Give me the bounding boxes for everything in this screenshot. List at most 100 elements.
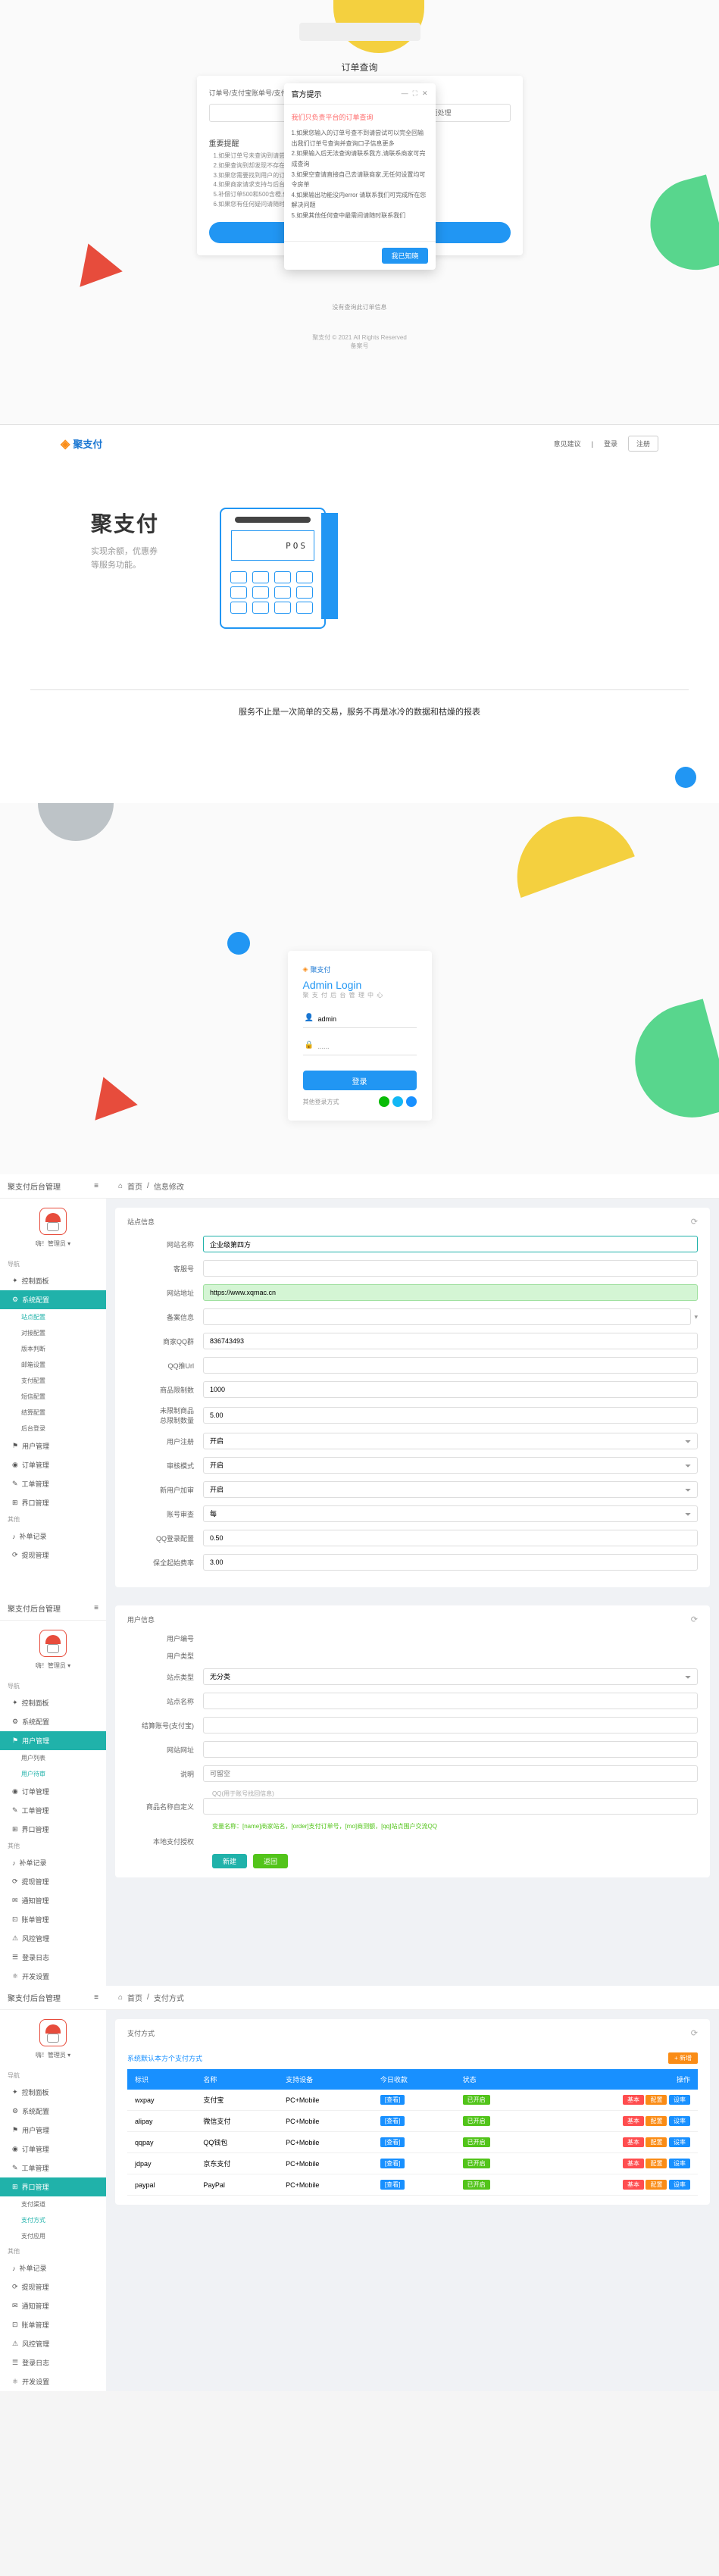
bg-shape-green xyxy=(622,999,719,1130)
action-config[interactable]: 配置 xyxy=(646,2116,667,2126)
bg-shape-green xyxy=(640,174,719,280)
refresh-icon[interactable]: ⟳ xyxy=(691,2028,698,2038)
action-config[interactable]: 配置 xyxy=(646,2095,667,2105)
back-button[interactable]: 返回 xyxy=(253,1854,288,1868)
bg-shape-triangle xyxy=(87,1076,133,1114)
view-link[interactable]: [查看] xyxy=(380,2116,405,2126)
header-link-feedback[interactable]: 意见建议 xyxy=(554,439,581,449)
menu-toggle-icon[interactable]: ≡ xyxy=(94,1993,98,2002)
logo-icon: ◈ xyxy=(61,436,70,452)
close-icon[interactable]: ✕ xyxy=(422,89,428,98)
sidebar: 聚支付后台管理≡ 嗨！管理员 ▾ 导航 ✦控制面板 ⚙系统配置 ⚑用户管理 用户… xyxy=(0,1596,106,1986)
qqgroup-input[interactable] xyxy=(203,1333,698,1349)
alipay-icon[interactable] xyxy=(406,1096,417,1107)
desc-input[interactable] xyxy=(203,1717,698,1733)
action-config[interactable]: 配置 xyxy=(646,2137,667,2147)
action-basic[interactable]: 基本 xyxy=(623,2159,644,2168)
avatar xyxy=(39,1208,67,1235)
intro-input[interactable] xyxy=(203,1798,698,1815)
header-link-login[interactable]: 登录 xyxy=(604,439,617,449)
menu-order[interactable]: ◉订单管理 xyxy=(0,1455,106,1474)
fab-button[interactable] xyxy=(675,767,696,788)
menu-ui[interactable]: ⊞界口管理 xyxy=(0,2177,106,2196)
note-input[interactable] xyxy=(203,1765,698,1782)
site-name-input[interactable] xyxy=(203,1236,698,1252)
view-link[interactable]: [查看] xyxy=(380,2159,405,2168)
qqkey-input[interactable] xyxy=(203,1357,698,1374)
table-row: alipay 微信支付 PC+Mobile [查看] 已开启 基本 配置 设率 xyxy=(127,2111,698,2132)
home-icon[interactable]: ⌂ xyxy=(118,1993,123,2002)
acc-review-select[interactable]: 每 xyxy=(203,1505,698,1522)
status-badge: 已开启 xyxy=(463,2095,490,2105)
panel-title: 站点信息 xyxy=(127,1217,155,1227)
product-limit-input[interactable] xyxy=(203,1381,698,1398)
product-review-select[interactable]: 开启 xyxy=(203,1481,698,1498)
url-input[interactable] xyxy=(203,1741,698,1758)
menu-user[interactable]: ⚑用户管理 xyxy=(0,1731,106,1750)
approval-select[interactable]: 开启 xyxy=(203,1457,698,1474)
site-type-select[interactable]: 无分类 xyxy=(203,1668,698,1685)
action-basic[interactable]: 基本 xyxy=(623,2116,644,2126)
login-subtitle: 聚 支 付 后 台 管 理 中 心 xyxy=(303,991,417,999)
tagline: 服务不止是一次简单的交易，服务不再是冰冷的数据和枯燥的报表 xyxy=(0,690,719,733)
refresh-icon[interactable]: ⟳ xyxy=(691,1615,698,1624)
user-reg-select[interactable]: 开启 xyxy=(203,1433,698,1449)
menu-system[interactable]: ⚙系统配置 xyxy=(0,1290,106,1309)
avatar-name[interactable]: 嗨！管理员 ▾ xyxy=(0,1240,106,1248)
username-input[interactable] xyxy=(303,1010,417,1028)
user-icon: 👤 xyxy=(305,1014,314,1022)
action-rate[interactable]: 设率 xyxy=(669,2180,690,2190)
wechat-icon[interactable] xyxy=(379,1096,389,1107)
action-basic[interactable]: 基本 xyxy=(623,2095,644,2105)
action-rate[interactable]: 设率 xyxy=(669,2159,690,2168)
bottom-note: 没有查询此订单信息 xyxy=(333,303,387,311)
login-button[interactable]: 登录 xyxy=(303,1071,417,1090)
qqlogin-input[interactable] xyxy=(203,1530,698,1546)
action-basic[interactable]: 基本 xyxy=(623,2180,644,2190)
menu-user[interactable]: ⚑用户管理 xyxy=(0,1436,106,1455)
site-name-input[interactable] xyxy=(203,1693,698,1709)
daily-fee-input[interactable] xyxy=(203,1554,698,1571)
register-button[interactable]: 注册 xyxy=(628,436,658,452)
lock-icon: 🔒 xyxy=(305,1041,314,1049)
home-icon[interactable]: ⌂ xyxy=(118,1182,123,1190)
site-url-input[interactable] xyxy=(203,1284,698,1301)
view-link[interactable]: [查看] xyxy=(380,2180,405,2190)
action-rate[interactable]: 设率 xyxy=(669,2095,690,2105)
action-rate[interactable]: 设率 xyxy=(669,2116,690,2126)
bg-shape-grey xyxy=(38,803,114,841)
action-rate[interactable]: 设率 xyxy=(669,2137,690,2147)
new-button[interactable]: 新建 xyxy=(212,1854,247,1868)
menu-pay[interactable]: ♪补单记录 xyxy=(0,1527,106,1546)
table-row: qqpay QQ钱包 PC+Mobile [查看] 已开启 基本 配置 设率 xyxy=(127,2132,698,2153)
menu-cash[interactable]: ⟳提现管理 xyxy=(0,1546,106,1565)
customer-input[interactable] xyxy=(203,1260,698,1277)
maximize-icon[interactable]: ⛶ xyxy=(413,89,417,98)
logo[interactable]: ◈ 聚支付 xyxy=(61,436,102,452)
breadcrumb: ⌂ 首页 / 信息修改 xyxy=(106,1174,719,1199)
minimize-icon[interactable]: — xyxy=(402,89,408,98)
pos-illustration: POS xyxy=(220,508,349,644)
status-badge: 已开启 xyxy=(463,2159,490,2168)
add-button[interactable]: + 新增 xyxy=(668,2052,698,2064)
menu-ui[interactable]: ⊞界口管理 xyxy=(0,1493,106,1512)
qq-icon[interactable] xyxy=(392,1096,403,1107)
menu-toggle-icon[interactable]: ≡ xyxy=(94,1604,98,1612)
unpaid-limit-input[interactable] xyxy=(203,1407,698,1424)
action-basic[interactable]: 基本 xyxy=(623,2137,644,2147)
modal-ok-button[interactable]: 我已知晓 xyxy=(382,248,427,264)
menu-site-config[interactable]: 站点配置 xyxy=(0,1309,106,1325)
refresh-icon[interactable]: ⟳ xyxy=(691,1217,698,1227)
action-config[interactable]: 配置 xyxy=(646,2159,667,2168)
menu-toggle-icon[interactable]: ≡ xyxy=(94,1182,98,1190)
avatar xyxy=(39,2019,67,2046)
menu-dashboard[interactable]: ✦控制面板 xyxy=(0,1271,106,1290)
view-link[interactable]: [查看] xyxy=(380,2095,405,2105)
password-input[interactable] xyxy=(303,1037,417,1055)
action-config[interactable]: 配置 xyxy=(646,2180,667,2190)
view-link[interactable]: [查看] xyxy=(380,2137,405,2147)
record-input[interactable] xyxy=(203,1308,691,1325)
menu-work[interactable]: ✎工单管理 xyxy=(0,1474,106,1493)
login-card: ◈聚支付 Admin Login 聚 支 付 后 台 管 理 中 心 👤 🔒 登… xyxy=(288,951,432,1121)
bg-shape-yellow xyxy=(500,803,635,898)
